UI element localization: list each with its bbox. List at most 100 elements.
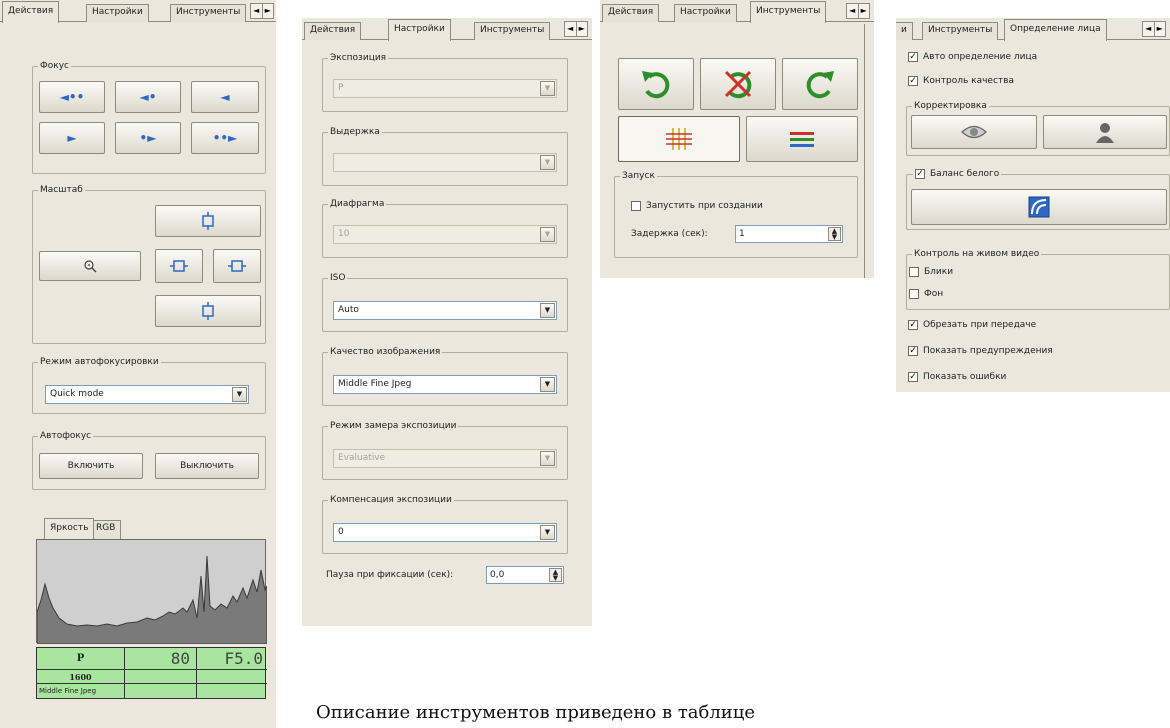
iso-select[interactable]: Auto ▼ (333, 301, 557, 320)
focus-near-medium-button[interactable]: ◄• (115, 81, 181, 113)
compensation-label: Компенсация экспозиции (328, 495, 454, 506)
metering-select[interactable]: Evaluative ▼ (333, 449, 557, 468)
tab-scroll-right-icon[interactable]: ► (575, 22, 588, 36)
frame-top-button[interactable] (155, 205, 261, 237)
tab-brightness[interactable]: Яркость (44, 518, 95, 539)
errors-label: Показать ошибки (923, 372, 1007, 382)
iso-group: ISO Auto ▼ (322, 273, 568, 332)
metering-label: Режим замера экспозиции (328, 421, 459, 432)
pause-spinner[interactable]: 0,0 ▲ ▼ (486, 566, 564, 584)
focus-far-medium-button[interactable]: •► (115, 122, 181, 154)
autofocus-off-button[interactable]: Выключить (155, 453, 259, 479)
aperture-select[interactable]: 10 ▼ (333, 225, 557, 244)
tab-actions[interactable]: Действия (304, 22, 362, 40)
quality-control-checkbox[interactable]: ✓ Контроль качества (908, 76, 1014, 86)
chevron-down-icon: ▼ (540, 227, 555, 242)
panel-tools: Действия Настройки Инструменты ◄ ► Запус… (600, 0, 874, 278)
no-rotate-button[interactable] (700, 58, 776, 110)
rotate-left-button[interactable] (618, 58, 694, 110)
compensation-select[interactable]: 0 ▼ (333, 523, 557, 542)
tab-tools[interactable]: Инструменты (922, 22, 999, 40)
white-balance-label: Баланс белого (930, 169, 1000, 179)
chevron-down-icon: ▼ (540, 155, 555, 170)
shutter-select[interactable]: ▼ (333, 153, 557, 172)
tab-settings[interactable]: Настройки (674, 4, 737, 22)
tab-tools[interactable]: Инструменты (750, 1, 827, 23)
grid-icon (666, 128, 692, 150)
checkbox-box (631, 201, 641, 211)
blink-checkbox[interactable]: Блики (909, 267, 953, 277)
checkbox-box: ✓ (908, 52, 918, 62)
delay-value: 1 (739, 229, 745, 239)
quality-control-label: Контроль качества (923, 76, 1014, 86)
tab-scroll-left-icon[interactable]: ◄ (251, 4, 262, 18)
caption-text: Описание инструментов приведено в таблиц… (316, 702, 756, 723)
lcd-cell (197, 670, 267, 684)
chevron-down-icon: ▼ (540, 451, 555, 466)
tab-scroll: ◄ ► (846, 3, 870, 19)
panel-actions: Действия Настройки Инструменты ◄ ► Фокус… (0, 0, 276, 728)
tab-settings[interactable]: Настройки (388, 19, 451, 41)
tab-tools[interactable]: Инструменты (474, 22, 551, 40)
metering-group: Режим замера экспозиции Evaluative ▼ (322, 421, 568, 480)
exposure-group: Экспозиция P ▼ (322, 53, 568, 112)
person-correction-button[interactable] (1043, 115, 1167, 149)
white-balance-icon (1028, 196, 1050, 218)
spinner-arrows-icon[interactable]: ▲ ▼ (549, 568, 562, 582)
white-balance-checkbox[interactable]: ✓ Баланс белого (913, 169, 1002, 179)
tab-bar: Действия Настройки Инструменты ◄ ► (600, 0, 874, 23)
delay-label: Задержка (сек): (631, 229, 708, 239)
launch-on-create-checkbox[interactable]: Запустить при создании (631, 201, 763, 211)
delay-spinner[interactable]: 1 ▲ ▼ (735, 225, 843, 243)
chevron-down-icon: ▼ (540, 81, 555, 96)
autofocus-on-button[interactable]: Включить (39, 453, 143, 479)
tab-actions[interactable]: Действия (2, 1, 60, 23)
eye-correction-button[interactable] (911, 115, 1037, 149)
background-checkbox[interactable]: Фон (909, 289, 943, 299)
rotate-right-button[interactable] (782, 58, 858, 110)
eye-icon (961, 125, 987, 139)
tab-partial[interactable]: и (896, 22, 913, 40)
auto-detect-checkbox[interactable]: ✓ Авто определение лица (908, 52, 1037, 62)
crop-checkbox[interactable]: ✓ Обрезать при передаче (908, 320, 1036, 330)
zoom-button[interactable] (39, 251, 141, 281)
tab-rgb[interactable]: RGB (90, 520, 122, 539)
tab-tools[interactable]: Инструменты (170, 4, 247, 22)
histogram (36, 539, 268, 645)
checkbox-box (909, 267, 919, 277)
tab-actions[interactable]: Действия (602, 4, 660, 22)
tab-scroll-left-icon[interactable]: ◄ (565, 22, 576, 36)
white-balance-button[interactable] (911, 189, 1167, 225)
focus-near-small-button[interactable]: ◄ (191, 81, 259, 113)
tab-scroll-left-icon[interactable]: ◄ (1143, 22, 1154, 36)
focus-far-far-button[interactable]: ••► (191, 122, 259, 154)
tab-scroll-right-icon[interactable]: ► (261, 4, 274, 18)
live-video-group: Контроль на живом видео Блики Фон (906, 249, 1170, 310)
tab-scroll: ◄ ► (1142, 21, 1166, 37)
tab-scroll-right-icon[interactable]: ► (1153, 22, 1166, 36)
exposure-select[interactable]: P ▼ (333, 79, 557, 98)
tab-face-detection[interactable]: Определение лица (1004, 19, 1107, 41)
grid-toggle-button[interactable] (618, 116, 740, 162)
panel-settings: Действия Настройки Инструменты ◄ ► Экспо… (302, 18, 592, 626)
af-mode-select[interactable]: Quick mode ▼ (45, 385, 249, 404)
autofocus-label: Автофокус (38, 431, 94, 442)
lcd-iso: 1600 (37, 670, 125, 684)
frame-left-button[interactable] (155, 249, 203, 283)
correction-group: Корректировка (906, 101, 1170, 156)
compensation-group: Компенсация экспозиции 0 ▼ (322, 495, 568, 554)
frame-bottom-button[interactable] (155, 295, 261, 327)
errors-checkbox[interactable]: ✓ Показать ошибки (908, 372, 1006, 382)
quality-select[interactable]: Middle Fine Jpeg ▼ (333, 375, 557, 394)
lines-toggle-button[interactable] (746, 116, 858, 162)
frame-right-button[interactable] (213, 249, 261, 283)
chevron-down-icon: ▼ (232, 387, 247, 402)
warnings-checkbox[interactable]: ✓ Показать предупреждения (908, 346, 1053, 356)
tab-scroll-left-icon[interactable]: ◄ (847, 4, 858, 18)
tab-settings[interactable]: Настройки (86, 4, 149, 22)
spinner-arrows-icon[interactable]: ▲ ▼ (828, 227, 841, 241)
focus-near-far-button[interactable]: ◄•• (39, 81, 105, 113)
tab-scroll-right-icon[interactable]: ► (857, 4, 870, 18)
focus-far-small-button[interactable]: ► (39, 122, 105, 154)
checkbox-box: ✓ (908, 346, 918, 356)
